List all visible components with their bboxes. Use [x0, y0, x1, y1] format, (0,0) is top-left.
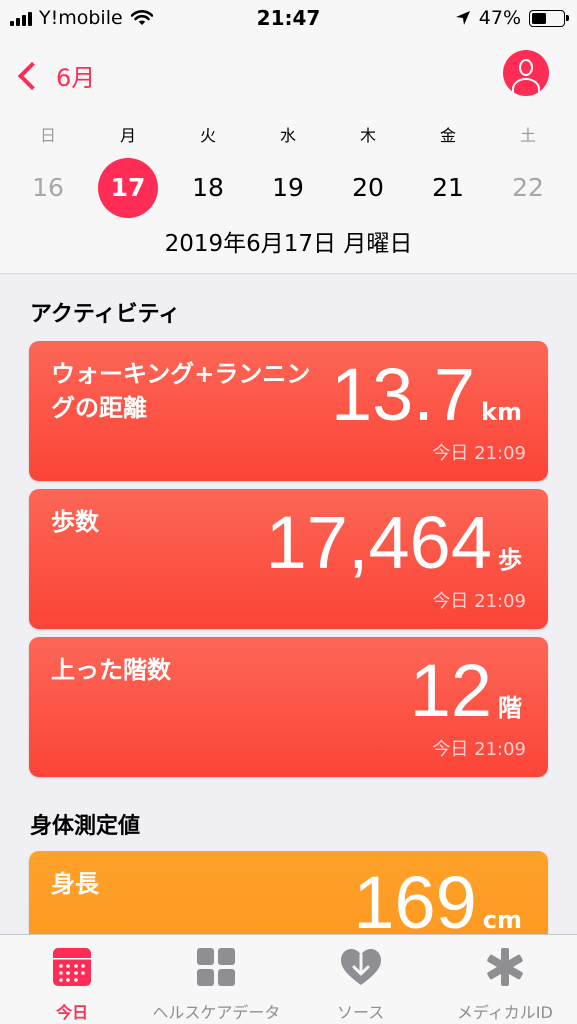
- card-unit: 歩: [498, 546, 522, 574]
- day-label: 18: [192, 173, 224, 202]
- day-16[interactable]: 16: [8, 166, 88, 210]
- card-timestamp: 今日 21:09: [432, 443, 526, 464]
- day-label: 16: [32, 173, 64, 202]
- day-18[interactable]: 18: [168, 166, 248, 210]
- day-21[interactable]: 21: [408, 166, 488, 210]
- day-20[interactable]: 20: [328, 166, 408, 210]
- body-measurements-section-title: 身体測定値: [30, 814, 141, 839]
- card-number: 169: [353, 861, 477, 944]
- day-label: 22: [512, 173, 544, 202]
- battery-fill: [532, 12, 546, 24]
- card-label: 上った階数: [51, 656, 171, 684]
- card-number: 17,464: [265, 501, 492, 584]
- weekday-sat: 土: [519, 126, 536, 145]
- date-header: 6月 日 月 火 水 木 金 土 16 17 18 19 20 21 22 20…: [0, 38, 577, 274]
- day-17-selected[interactable]: 17: [88, 158, 168, 218]
- tab-medical-id[interactable]: メディカルID: [433, 935, 577, 1024]
- day-label: 19: [272, 173, 304, 202]
- card-value: 17,464 歩: [266, 503, 522, 583]
- tab-label: ヘルスケアデータ: [152, 1003, 281, 1022]
- back-button[interactable]: 6月: [14, 58, 95, 93]
- day-row: 16 17 18 19 20 21 22: [8, 158, 569, 218]
- day-label: 17: [98, 158, 158, 218]
- back-label: 6月: [56, 64, 96, 92]
- status-bar: Y!mobile 21:47 47%: [0, 0, 577, 38]
- battery-percent: 47%: [478, 7, 521, 29]
- tab-label: メディカルID: [456, 1003, 553, 1022]
- steps-card[interactable]: 歩数 17,464 歩 今日 21:09: [29, 489, 548, 629]
- card-unit: km: [481, 398, 522, 426]
- weekday-thu: 木: [359, 126, 376, 145]
- day-label: 21: [432, 173, 464, 202]
- day-19[interactable]: 19: [248, 166, 328, 210]
- card-value: 12 階: [410, 651, 522, 731]
- card-label: 身長: [51, 870, 99, 898]
- walking-running-distance-card[interactable]: ウォーキング+ランニングの距離 13.7 km 今日 21:09: [29, 341, 548, 481]
- card-unit: cm: [482, 906, 522, 934]
- card-value: 13.7 km: [331, 355, 522, 435]
- user-icon-body: [512, 78, 540, 96]
- tab-health-data[interactable]: ヘルスケアデータ: [144, 935, 288, 1024]
- profile-button[interactable]: [503, 50, 549, 96]
- card-number: 12: [409, 649, 492, 732]
- weekday-tue: 火: [199, 126, 216, 145]
- tab-bar: 今日 ヘルスケアデータ ソース メディカルID: [0, 934, 577, 1024]
- card-timestamp: 今日 21:09: [432, 591, 526, 612]
- day-label: 20: [352, 173, 384, 202]
- location-arrow-icon: [455, 11, 470, 25]
- asterisk-icon: [487, 948, 523, 986]
- grid-icon: [197, 948, 236, 986]
- day-22[interactable]: 22: [488, 166, 568, 210]
- weekday-wed: 水: [279, 126, 296, 145]
- calendar-icon: [53, 948, 92, 986]
- chevron-left-icon: [17, 61, 47, 90]
- heart-arrow-icon: [340, 949, 381, 985]
- weekday-fri: 金: [439, 126, 456, 145]
- status-right: 47%: [455, 7, 569, 29]
- flights-climbed-card[interactable]: 上った階数 12 階 今日 21:09: [29, 637, 548, 777]
- weekday-sun: 日: [39, 126, 56, 145]
- card-timestamp: 今日 21:09: [432, 739, 526, 760]
- selected-date-title: 2019年6月17日 月曜日: [164, 231, 413, 257]
- activity-section-title: アクティビティ: [30, 302, 181, 327]
- tab-label: ソース: [337, 1003, 385, 1022]
- weekday-mon: 月: [119, 126, 136, 145]
- card-number: 13.7: [331, 353, 476, 436]
- tab-label: 今日: [56, 1003, 89, 1022]
- tab-today[interactable]: 今日: [0, 935, 144, 1024]
- card-label: ウォーキング+ランニングの距離: [51, 360, 311, 422]
- card-value: 169 cm: [353, 863, 522, 943]
- weekday-row: 日 月 火 水 木 金 土: [8, 122, 569, 146]
- user-icon: [519, 59, 533, 76]
- tab-sources[interactable]: ソース: [289, 935, 433, 1024]
- card-unit: 階: [498, 694, 522, 722]
- battery-icon: [529, 9, 569, 27]
